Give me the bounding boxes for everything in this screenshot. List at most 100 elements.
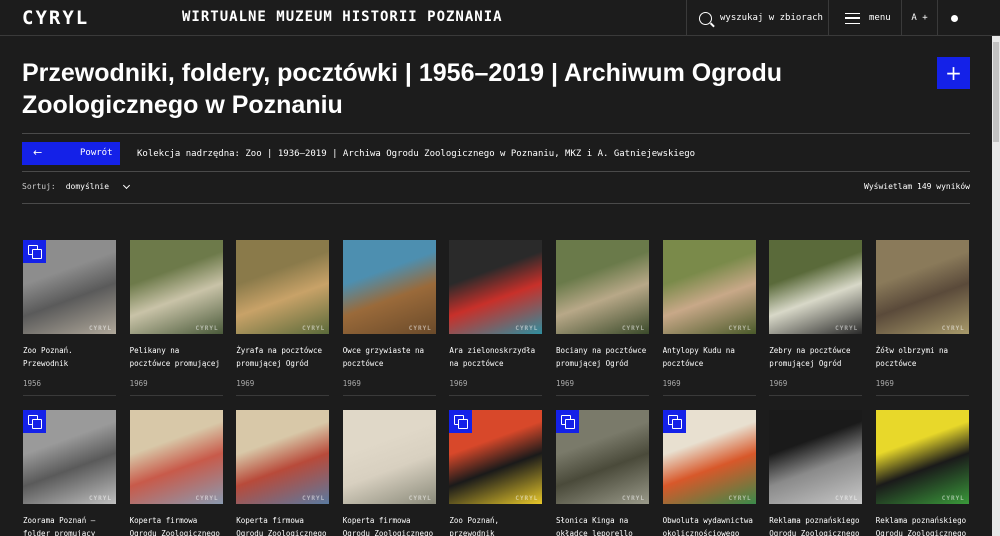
result-card[interactable]: CYRYL Zoorama Poznań – folder promujący	[23, 410, 116, 536]
card-thumbnail[interactable]: CYRYL	[236, 240, 330, 334]
card-year: 1969	[662, 379, 681, 388]
card-title[interactable]: Koperta firmowa Ogrodu Zoologicznego	[343, 514, 436, 536]
card-title[interactable]: Reklama poznańskiego Ogrodu Zoologiczneg…	[876, 514, 969, 536]
card-title[interactable]: Reklama poznańskiego Ogrodu Zoologiczneg…	[769, 514, 862, 536]
result-card[interactable]: CYRYL Owce grzywiaste na pocztówce 1969	[342, 240, 436, 396]
card-divider	[449, 395, 543, 396]
chevron-down-icon[interactable]	[122, 181, 130, 189]
parent-collection-link[interactable]: Kolekcja nadrzędna: Zoo | 1936–2019 | Ar…	[137, 149, 695, 159]
result-card[interactable]: CYRYL Koperta firmowa Ogrodu Zoologiczneg…	[129, 410, 223, 536]
result-card[interactable]: CYRYL Koperta firmowa Ogrodu Zoologiczneg…	[236, 410, 330, 536]
contrast-toggle[interactable]	[937, 0, 1000, 36]
card-title[interactable]: Bociany na pocztówce promującej Ogród	[556, 344, 649, 370]
watermark: CYRYL	[621, 325, 645, 332]
result-card[interactable]: CYRYL Reklama poznańskiego Ogrodu Zoologi…	[769, 410, 863, 536]
card-title[interactable]: Zoo Poznań. Przewodnik	[23, 344, 116, 370]
card-divider	[129, 395, 223, 396]
card-title[interactable]: Żyrafa na pocztówce promującej Ogród	[236, 344, 329, 370]
card-thumbnail[interactable]: CYRYL	[662, 240, 756, 334]
divider	[22, 203, 970, 204]
card-thumbnail[interactable]: CYRYL	[129, 240, 223, 334]
scrollbar[interactable]	[992, 36, 1000, 536]
result-card[interactable]: CYRYL Reklama poznańskiego Ogrodu Zoologi…	[875, 410, 969, 536]
card-thumbnail[interactable]: CYRYL	[23, 410, 116, 504]
card-title[interactable]: Owce grzywiaste na pocztówce	[343, 344, 436, 370]
card-thumbnail[interactable]: CYRYL	[556, 240, 649, 334]
card-title[interactable]: Obwoluta wydawnictwa okolicznościowego	[663, 514, 756, 536]
result-card[interactable]: CYRYL Żyrafa na pocztówce promującej Ogró…	[236, 240, 330, 396]
menu-button[interactable]: menu	[828, 0, 901, 36]
result-card[interactable]: CYRYL Słonica Kinga na okładce leporello	[556, 410, 649, 536]
result-card[interactable]: CYRYL Pelikany na pocztówce promującej Og…	[129, 240, 223, 396]
watermark: CYRYL	[835, 495, 859, 502]
card-title[interactable]: Koperta firmowa Ogrodu Zoologicznego	[236, 514, 329, 536]
card-thumbnail[interactable]: CYRYL	[129, 410, 223, 504]
card-title[interactable]: Zoo Poznań, przewodnik	[449, 514, 542, 536]
search-button[interactable]: wyszukaj w zbiorach	[686, 0, 828, 36]
card-title[interactable]: Pelikany na pocztówce promującej Ogród	[130, 344, 223, 370]
watermark: CYRYL	[835, 325, 859, 332]
logo[interactable]: CYRYL	[22, 7, 89, 29]
result-card[interactable]: CYRYL Zoo Poznań, przewodnik	[449, 410, 543, 536]
card-thumbnail[interactable]: CYRYL	[23, 240, 116, 334]
card-title[interactable]: Koperta firmowa Ogrodu Zoologicznego	[130, 514, 223, 536]
result-card[interactable]: CYRYL Żółw olbrzymi na pocztówce 1969	[875, 240, 969, 396]
divider	[22, 171, 970, 172]
font-size-button[interactable]: A +	[901, 0, 937, 36]
divider	[22, 133, 970, 134]
site-title[interactable]: WIRTUALNE MUZEUM HISTORII POZNANIA	[182, 9, 503, 25]
result-card[interactable]: CYRYL Zebry na pocztówce promującej Ogród…	[769, 240, 863, 396]
card-title[interactable]: Zoorama Poznań – folder promujący	[23, 514, 116, 536]
card-year: 1956	[23, 379, 42, 388]
card-title[interactable]: Słonica Kinga na okładce leporello	[556, 514, 649, 536]
card-title[interactable]: Ara zielonoskrzydła na pocztówce	[449, 344, 542, 370]
card-year: 1969	[129, 379, 148, 388]
sort-label: Sortuj:	[22, 182, 56, 191]
card-thumbnail[interactable]: CYRYL	[875, 240, 969, 334]
result-card[interactable]: CYRYL Obwoluta wydawnictwa okolicznościow…	[662, 410, 756, 536]
add-button[interactable]: +	[937, 57, 970, 89]
card-divider	[875, 395, 969, 396]
card-thumbnail[interactable]: CYRYL	[449, 240, 543, 334]
card-title[interactable]: Antylopy Kudu na pocztówce	[663, 344, 756, 370]
card-divider	[236, 395, 330, 396]
menu-label: menu	[869, 13, 891, 23]
result-card[interactable]: CYRYL Antylopy Kudu na pocztówce 1969	[662, 240, 756, 396]
card-divider	[769, 395, 863, 396]
card-thumbnail[interactable]: CYRYL	[342, 410, 436, 504]
card-thumbnail[interactable]: CYRYL	[769, 410, 863, 504]
card-year: 1969	[556, 379, 575, 388]
card-thumbnail[interactable]: CYRYL	[556, 410, 649, 504]
card-year: 1969	[236, 379, 255, 388]
arrow-left-icon: ←	[33, 146, 43, 159]
results-count: Wyświetlam 149 wyników	[864, 182, 970, 191]
watermark: CYRYL	[621, 495, 645, 502]
card-thumbnail[interactable]: CYRYL	[875, 410, 969, 504]
back-button[interactable]: ← Powrót	[22, 142, 120, 165]
search-label: wyszukaj w zbiorach	[720, 13, 823, 23]
watermark: CYRYL	[728, 495, 752, 502]
card-title[interactable]: Żółw olbrzymi na pocztówce	[876, 344, 969, 370]
watermark: CYRYL	[408, 495, 432, 502]
watermark: CYRYL	[408, 325, 432, 332]
watermark: CYRYL	[195, 325, 219, 332]
result-card[interactable]: CYRYL Bociany na pocztówce promującej Ogr…	[556, 240, 649, 396]
result-card[interactable]: CYRYL Koperta firmowa Ogrodu Zoologiczneg…	[342, 410, 436, 536]
search-icon	[699, 11, 712, 25]
card-year: 1969	[449, 379, 468, 388]
result-card[interactable]: CYRYL Ara zielonoskrzydła na pocztówce 196…	[449, 240, 543, 396]
scrollbar-thumb[interactable]	[993, 42, 999, 142]
card-thumbnail[interactable]: CYRYL	[449, 410, 543, 504]
card-title[interactable]: Zebry na pocztówce promującej Ogród	[769, 344, 862, 370]
sort-select[interactable]: domyślnie	[66, 182, 124, 191]
multi-image-icon	[449, 410, 473, 433]
card-thumbnail[interactable]: CYRYL	[342, 240, 436, 334]
card-thumbnail[interactable]: CYRYL	[662, 410, 756, 504]
card-year: 1969	[769, 379, 788, 388]
contrast-icon	[951, 14, 958, 22]
card-divider	[662, 395, 756, 396]
watermark: CYRYL	[728, 325, 752, 332]
card-thumbnail[interactable]: CYRYL	[769, 240, 863, 334]
result-card[interactable]: CYRYL Zoo Poznań. Przewodnik 1956	[23, 240, 116, 396]
card-thumbnail[interactable]: CYRYL	[236, 410, 330, 504]
